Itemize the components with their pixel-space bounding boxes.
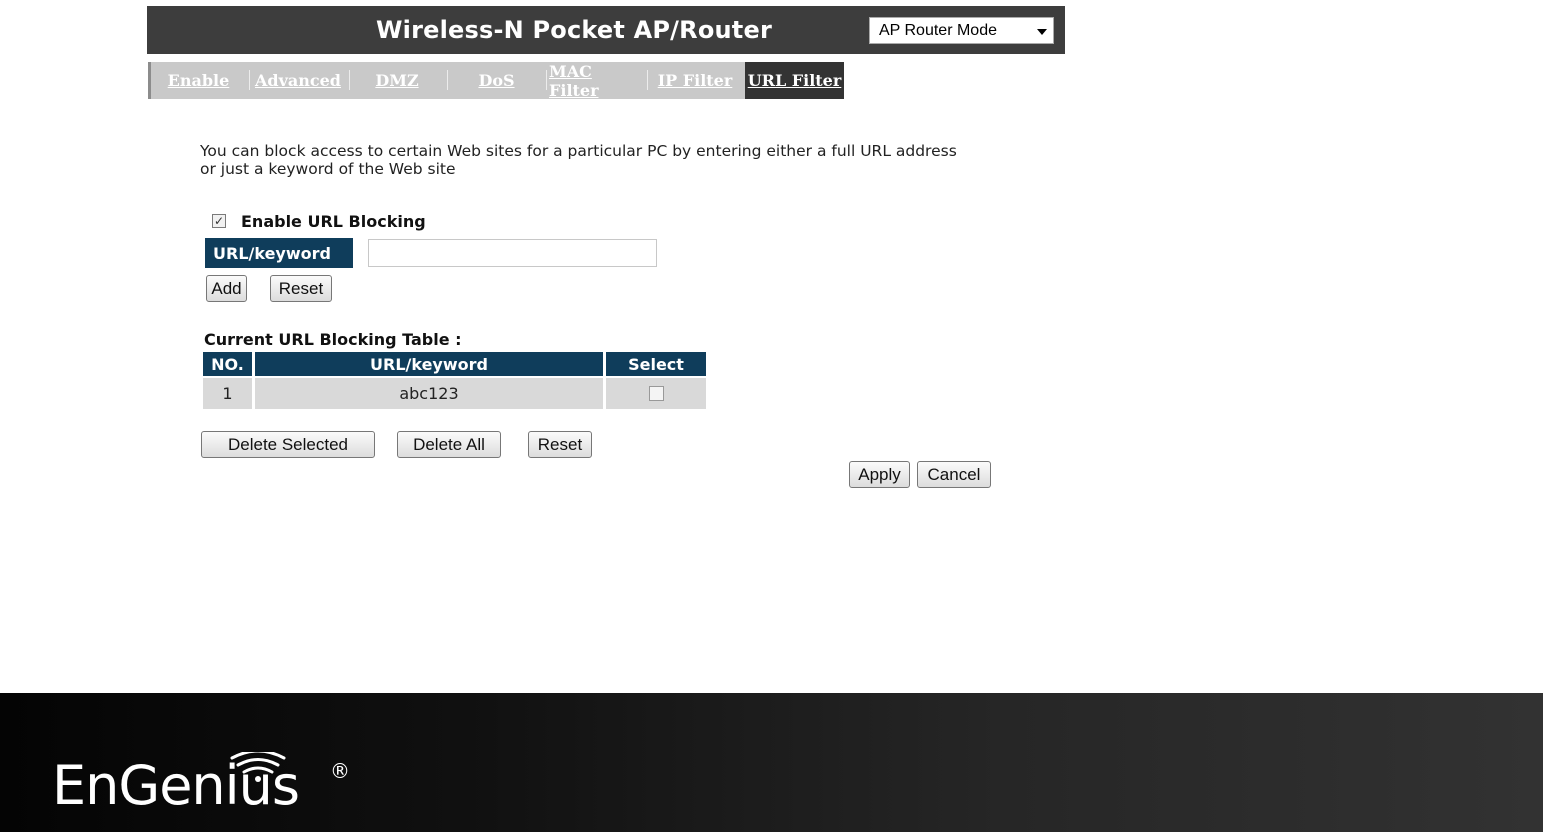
header-bar: Wireless-N Pocket AP/Router AP Router Mo… — [147, 6, 1065, 54]
column-header-no: NO. — [203, 352, 252, 376]
apply-button[interactable]: Apply — [849, 461, 910, 488]
tab-url-filter[interactable]: URL Filter — [745, 62, 844, 99]
chevron-down-icon — [1037, 29, 1047, 35]
tab-divider — [349, 70, 350, 90]
tab-divider — [447, 70, 448, 90]
row-select-cell — [606, 378, 706, 409]
column-header-select: Select — [606, 352, 706, 376]
registered-mark: ® — [330, 759, 350, 783]
enable-url-blocking-label: Enable URL Blocking — [241, 212, 426, 231]
tab-divider — [546, 70, 547, 90]
page-description: You can block access to certain Web site… — [200, 142, 1000, 178]
url-keyword-label: URL/keyword — [205, 238, 353, 268]
column-header-url-keyword: URL/keyword — [255, 352, 603, 376]
tab-divider — [249, 70, 250, 90]
tab-enable[interactable]: Enable — [158, 62, 239, 99]
delete-all-button[interactable]: Delete All — [397, 431, 501, 458]
tab-bar: Enable Advanced DMZ DoS MAC Filter IP Fi… — [148, 62, 844, 100]
tab-dos[interactable]: DoS — [451, 62, 542, 99]
cancel-button[interactable]: Cancel — [917, 461, 991, 488]
add-button[interactable]: Add — [206, 275, 247, 302]
row-select-checkbox[interactable] — [648, 386, 664, 401]
description-line-1: You can block access to certain Web site… — [200, 142, 957, 160]
blocking-table-title: Current URL Blocking Table : — [204, 330, 462, 349]
engenius-logo: EnGenius ® — [52, 749, 362, 817]
tab-divider — [647, 70, 648, 90]
reset-table-button[interactable]: Reset — [528, 431, 592, 458]
description-line-2: or just a keyword of the Web site — [200, 160, 456, 178]
tab-bar-edge — [148, 62, 151, 99]
tab-dmz[interactable]: DMZ — [353, 62, 441, 99]
row-no-cell: 1 — [203, 378, 252, 409]
url-keyword-input[interactable] — [368, 239, 657, 267]
delete-selected-button[interactable]: Delete Selected — [201, 431, 375, 458]
logo-text: EnGenius — [52, 754, 299, 812]
tab-advanced[interactable]: Advanced — [251, 62, 345, 99]
checkmark-icon: ✓ — [213, 214, 225, 228]
logo-graphic: EnGenius ® — [52, 749, 350, 817]
reset-entry-button[interactable]: Reset — [270, 275, 332, 302]
enable-url-blocking-checkbox[interactable]: ✓ — [212, 214, 226, 228]
tab-ip-filter[interactable]: IP Filter — [649, 62, 741, 99]
tab-mac-filter[interactable]: MAC Filter — [549, 62, 645, 100]
mode-select[interactable]: AP Router Mode — [869, 17, 1054, 44]
row-keyword-cell: abc123 — [255, 378, 603, 409]
mode-select-value: AP Router Mode — [879, 22, 997, 39]
